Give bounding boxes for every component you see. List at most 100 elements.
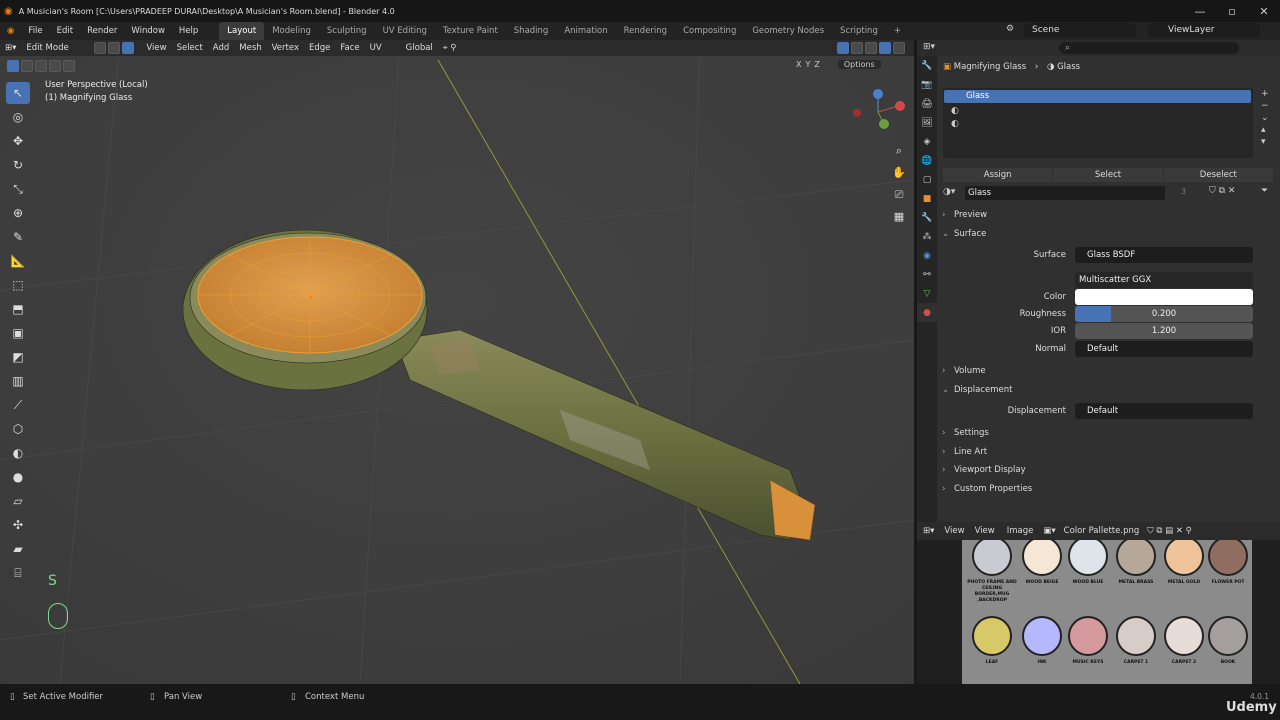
tab-geometry-nodes[interactable]: Geometry Nodes <box>744 22 832 40</box>
panel-line-art[interactable]: › Line Art <box>942 443 1272 461</box>
node-filter-icon[interactable]: ⏷ <box>1261 186 1268 196</box>
snap-icon[interactable]: ⌖ ⚲ <box>438 40 462 56</box>
menu-face[interactable]: Face <box>335 40 364 56</box>
menu-file[interactable]: File <box>21 22 49 40</box>
particles-tab-icon[interactable]: ⁂ <box>917 227 937 246</box>
inset-tool-icon[interactable]: ▣ <box>6 322 30 344</box>
object-tab-icon[interactable]: ■ <box>917 189 937 208</box>
scale-tool-icon[interactable]: ⤡ <box>6 178 30 200</box>
select-new-icon[interactable] <box>7 60 19 72</box>
blender-menu-icon[interactable]: ◉ <box>0 22 21 40</box>
tab-animation[interactable]: Animation <box>556 22 615 40</box>
modifier-tab-icon[interactable]: 🔧 <box>917 208 937 227</box>
view-layer-tab-icon[interactable]: 🖼 <box>917 113 937 132</box>
close-button[interactable]: ✕ <box>1248 0 1280 22</box>
editor-type-icon[interactable]: ⊞▾ <box>923 42 935 52</box>
add-cube-tool-icon[interactable]: ⬚ <box>6 274 30 296</box>
bevel-tool-icon[interactable]: ◩ <box>6 346 30 368</box>
tab-layout[interactable]: Layout <box>219 22 265 40</box>
select-intersect-icon[interactable] <box>63 60 75 72</box>
ior-field[interactable]: 1.200 <box>1075 323 1253 339</box>
select-button[interactable]: Select <box>1053 168 1163 182</box>
move-tool-icon[interactable]: ✥ <box>6 130 30 152</box>
panel-custom-properties[interactable]: › Custom Properties <box>942 480 1272 498</box>
add-slot-icon[interactable]: + <box>1261 88 1269 100</box>
constraints-tab-icon[interactable]: ⚯ <box>917 265 937 284</box>
vertex-select-icon[interactable] <box>94 42 107 54</box>
material-slot-list[interactable]: Glass ◐ ◐ <box>943 88 1253 158</box>
normal-field[interactable]: Default <box>1075 341 1253 357</box>
displacement-field[interactable]: Default <box>1075 403 1253 419</box>
cursor-tool-icon[interactable]: ◎ <box>6 106 30 128</box>
options-dropdown[interactable]: Options <box>837 60 881 69</box>
material-browse-icon[interactable]: ◑▾ <box>943 187 955 197</box>
rip-tool-icon[interactable]: ⌸ <box>6 562 30 584</box>
menu-mesh[interactable]: Mesh <box>234 40 266 56</box>
edge-slide-tool-icon[interactable]: ▱ <box>6 490 30 512</box>
collection-tab-icon[interactable]: ▢ <box>917 170 937 189</box>
menu-help[interactable]: Help <box>172 22 205 40</box>
roughness-slider[interactable]: 0.200 <box>1075 306 1253 322</box>
scene-tab-icon[interactable]: ◈ <box>917 132 937 151</box>
menu-window[interactable]: Window <box>124 22 172 40</box>
maximize-button[interactable]: ▫ <box>1216 0 1248 22</box>
user-count[interactable]: 3 <box>1181 187 1186 196</box>
deselect-button[interactable]: Deselect <box>1163 168 1273 182</box>
material-slot-empty-icon[interactable]: ◐ <box>951 119 959 129</box>
add-workspace-icon[interactable]: + <box>886 22 909 40</box>
physics-tab-icon[interactable]: ◉ <box>917 246 937 265</box>
grid-toggle-icon[interactable]: ▦ <box>890 206 908 228</box>
material-tab-icon[interactable]: ● <box>917 303 937 322</box>
panel-viewport-display[interactable]: › Viewport Display <box>942 461 1272 479</box>
scene-selector[interactable]: Scene <box>1024 23 1136 38</box>
shading-render-icon[interactable] <box>893 42 905 54</box>
rotate-tool-icon[interactable]: ↻ <box>6 154 30 176</box>
tool-tab-icon[interactable]: 🔧 <box>917 56 937 75</box>
tab-modeling[interactable]: Modeling <box>264 22 319 40</box>
tab-texture-paint[interactable]: Texture Paint <box>435 22 506 40</box>
assign-button[interactable]: Assign <box>943 168 1053 182</box>
shear-tool-icon[interactable]: ▰ <box>6 538 30 560</box>
edge-select-icon[interactable] <box>108 42 121 54</box>
panel-settings[interactable]: › Settings <box>942 424 1272 442</box>
extrude-tool-icon[interactable]: ⬒ <box>6 298 30 320</box>
shrink-fatten-tool-icon[interactable]: ✣ <box>6 514 30 536</box>
move-down-icon[interactable]: ▾ <box>1261 136 1269 148</box>
axis-x-toggle[interactable]: X <box>796 60 801 69</box>
panel-displacement[interactable]: ⌄ Displacement <box>942 381 1272 399</box>
tab-uv-editing[interactable]: UV Editing <box>375 22 435 40</box>
tab-scripting[interactable]: Scripting <box>832 22 886 40</box>
spin-tool-icon[interactable]: ◐ <box>6 442 30 464</box>
face-select-icon[interactable] <box>122 42 135 54</box>
shading-solid-icon[interactable] <box>865 42 877 54</box>
menu-image[interactable]: Image <box>1001 526 1040 536</box>
select-extend-icon[interactable] <box>21 60 33 72</box>
xray-toggle-icon[interactable] <box>837 42 849 54</box>
select-tool-icon[interactable]: ↖ <box>6 82 30 104</box>
select-invert-icon[interactable] <box>49 60 61 72</box>
distribution-dropdown[interactable]: Multiscatter GGX <box>1075 272 1253 288</box>
orientation-selector[interactable]: Global <box>401 40 438 56</box>
viewlayer-selector[interactable]: ViewLayer <box>1148 23 1260 38</box>
loop-cut-tool-icon[interactable]: ▥ <box>6 370 30 392</box>
image-actions-icon[interactable]: ⛉ ⧉ ▤ ✕ ⚲ <box>1143 526 1196 536</box>
material-slot-selected[interactable]: Glass <box>944 90 1251 103</box>
data-tab-icon[interactable]: ▽ <box>917 284 937 303</box>
menu-uv[interactable]: UV <box>365 40 387 56</box>
output-tab-icon[interactable]: 🖨 <box>917 94 937 113</box>
view-mode-dropdown[interactable]: View <box>940 526 968 536</box>
properties-search-input[interactable]: ⌕ <box>1059 42 1239 54</box>
remove-slot-icon[interactable]: − <box>1261 100 1269 112</box>
knife-tool-icon[interactable]: ⟋ <box>6 394 30 416</box>
poly-build-tool-icon[interactable]: ⬡ <box>6 418 30 440</box>
3d-viewport[interactable]: User Perspective (Local) (1) Magnifying … <box>0 40 914 684</box>
material-slot-empty-icon[interactable]: ◐ <box>951 106 959 116</box>
world-tab-icon[interactable]: 🌐 <box>917 151 937 170</box>
fake-user-icon[interactable]: ⛉ ⧉ ✕ <box>1209 186 1235 196</box>
menu-view[interactable]: View <box>141 40 171 56</box>
panel-surface[interactable]: ⌄ Surface <box>942 225 1272 243</box>
material-name-field[interactable]: Glass <box>965 186 1165 200</box>
camera-icon[interactable]: ⎚ <box>890 184 908 206</box>
menu-edge[interactable]: Edge <box>304 40 335 56</box>
tab-rendering[interactable]: Rendering <box>616 22 675 40</box>
